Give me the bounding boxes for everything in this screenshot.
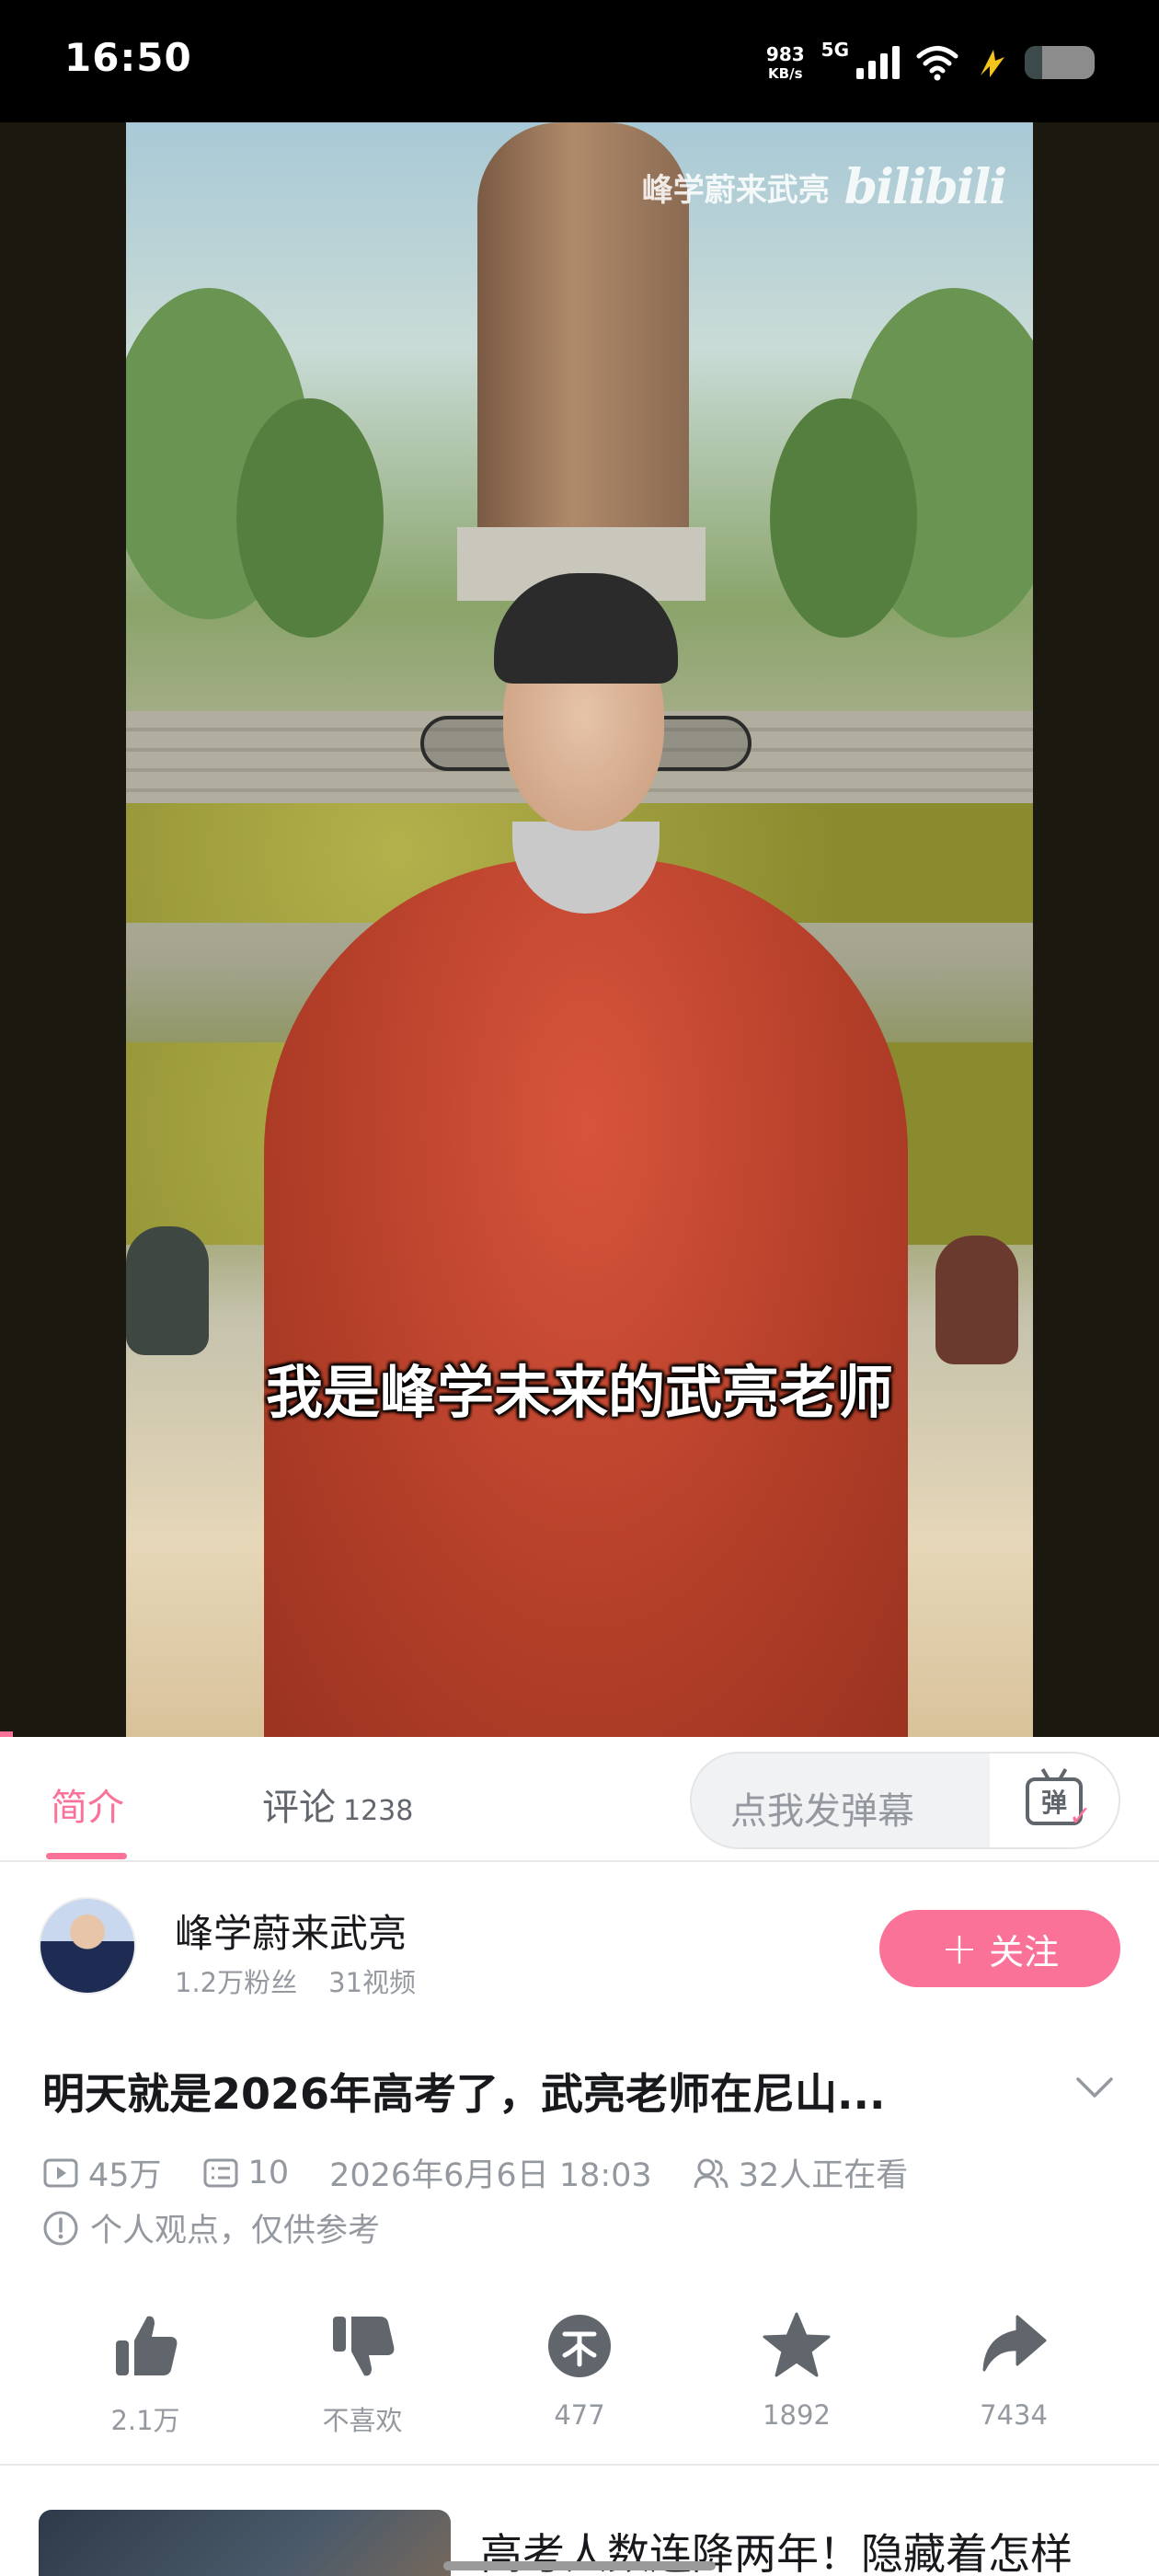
coin-button[interactable]: 477 (488, 2309, 671, 2431)
coin-count: 477 (554, 2399, 605, 2431)
network-type: 5G (820, 39, 849, 61)
publish-time: 2026年6月6日 18:03 (329, 2157, 652, 2194)
battery-icon (1025, 46, 1095, 79)
tab-active-indicator (46, 1853, 127, 1859)
uploader-fans: 1.2万粉丝 (175, 1967, 298, 1998)
star-icon (763, 2312, 831, 2377)
video-watermark: 峰学蔚来武亮 bilibili (641, 159, 1007, 215)
coin-icon (548, 2315, 611, 2377)
disclaimer-note: 个人观点，仅供参考 (42, 2204, 380, 2251)
follow-label: 关注 (989, 1931, 1060, 1972)
danmaku-placeholder: 点我发弹幕 (730, 1790, 914, 1833)
video-scenery (236, 398, 384, 638)
favorite-count: 1892 (763, 2399, 831, 2431)
status-bar: 16:50 983 KB/s 5G (0, 0, 1159, 122)
video-subtitle: 我是峰学未来的武亮老师 (265, 1359, 893, 1426)
tab-comments-count: 1238 (343, 1795, 414, 1827)
network-speed-unit: KB/s (768, 64, 803, 82)
signal-icon (856, 46, 900, 79)
video-vessel (126, 1226, 209, 1355)
wifi-icon (916, 46, 958, 81)
detail-tabs: 简介 评论 1238 点我发弹幕 弹 ✓ (0, 1737, 1159, 1862)
tab-intro-label: 简介 (51, 1787, 124, 1829)
uploader-stats: 1.2万粉丝 31视频 (175, 1961, 416, 2000)
play-count-icon (43, 2158, 78, 2187)
share-icon (982, 2315, 1047, 2372)
tab-comments-label: 评论 (262, 1787, 336, 1829)
network-speed-value: 983 (765, 42, 805, 65)
video-meta: 45万 10 2026年6月6日 18:03 32人正在看 (42, 2149, 908, 2196)
plus-icon: + (940, 1923, 979, 1974)
follow-button[interactable]: + 关注 (879, 1910, 1120, 1987)
home-indicator[interactable] (443, 2561, 716, 2570)
network-speed: 983 KB/s (766, 45, 805, 81)
favorite-button[interactable]: 1892 (705, 2309, 889, 2431)
view-count: 45万 (88, 2157, 162, 2194)
tab-comments[interactable]: 评论 1238 (262, 1777, 413, 1831)
status-icons: 983 KB/s 5G (766, 37, 1095, 88)
danmaku-count: 10 (247, 2154, 290, 2191)
bilibili-logo: bilibili (843, 159, 1007, 215)
like-button[interactable]: 2.1万 (53, 2309, 237, 2438)
watermark-text: 峰学蔚来武亮 (641, 172, 830, 209)
uploader-video-count: 31视频 (328, 1967, 417, 1998)
info-icon (43, 2211, 78, 2245)
share-count: 7434 (980, 2399, 1048, 2431)
danmaku-count-icon (203, 2158, 238, 2187)
thumbs-down-icon (333, 2317, 395, 2376)
dislike-label: 不喜欢 (322, 2405, 403, 2436)
thumbs-up-icon (116, 2316, 178, 2375)
video-scenery (770, 398, 917, 638)
video-player[interactable]: 峰学蔚来武亮 bilibili 我是峰学未来的武亮老师 (0, 122, 1159, 1737)
disclaimer-text: 个人观点，仅供参考 (90, 2213, 381, 2249)
chevron-down-icon[interactable] (1074, 2066, 1115, 2107)
video-frame[interactable]: 峰学蔚来武亮 bilibili 我是峰学未来的武亮老师 (126, 122, 1033, 1737)
charging-icon (981, 50, 1004, 77)
share-button[interactable]: 7434 (922, 2309, 1106, 2431)
uploader-section: 峰学蔚来武亮 1.2万粉丝 31视频 + 关注 (0, 1877, 1159, 2024)
uploader-name[interactable]: 峰学蔚来武亮 (175, 1903, 407, 1959)
video-person (264, 858, 908, 1737)
video-vessel (935, 1236, 1018, 1364)
danmaku-input[interactable]: 点我发弹幕 弹 ✓ (690, 1752, 1120, 1849)
watching-now: 32人正在看 (738, 2157, 909, 2194)
like-count: 2.1万 (110, 2405, 180, 2436)
battery-level (1025, 46, 1042, 79)
danmaku-toggle-button[interactable]: 弹 ✓ (990, 1754, 1119, 1847)
check-icon: ✓ (1068, 1800, 1092, 1833)
status-time: 16:50 (64, 35, 192, 80)
tab-intro[interactable]: 简介 (51, 1777, 124, 1831)
danmaku-icon-text: 弹 (1040, 1788, 1067, 1818)
recommended-thumbnail[interactable] (39, 2510, 451, 2576)
avatar[interactable] (39, 1897, 136, 1995)
video-title[interactable]: 明天就是2026年高考了，武亮老师在尼山... (42, 2061, 1036, 2122)
dislike-button[interactable]: 不喜欢 (270, 2309, 454, 2438)
watching-icon (694, 2158, 729, 2188)
action-bar: 2.1万 不喜欢 477 1892 7434 (0, 2300, 1159, 2466)
danmaku-icon: 弹 ✓ (1026, 1777, 1092, 1833)
